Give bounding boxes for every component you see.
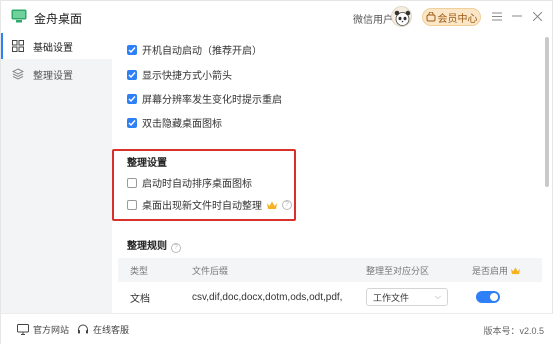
rules-section-title: 整理规则? — [127, 237, 181, 253]
column-header-target: 整理至对应分区 — [366, 265, 430, 276]
close-icon[interactable] — [529, 8, 545, 24]
footer: 官方网站 在线客服 版本号：v2.0.5 — [1, 313, 553, 344]
enabled-toggle[interactable] — [476, 291, 500, 303]
checkbox-label: 显示快捷方式小箭头 — [142, 71, 232, 82]
menu-icon[interactable] — [489, 8, 505, 24]
app-logo-icon — [11, 9, 27, 23]
checkbox-resolution-restart[interactable]: 屏幕分辨率发生变化时提示重启 — [127, 91, 282, 106]
user-name[interactable]: 微信用户 — [353, 11, 393, 26]
checkbox-checked-icon — [127, 69, 137, 80]
layers-icon — [12, 68, 24, 80]
vip-crown-icon — [511, 266, 521, 274]
rules-title-text: 整理规则 — [127, 241, 167, 252]
sidebar-item-label: 整理设置 — [33, 70, 73, 82]
headset-icon — [78, 324, 88, 334]
sidebar: 基础设置 整理设置 — [1, 33, 112, 313]
official-website-link[interactable]: 官方网站 — [17, 323, 69, 336]
vip-crown-icon — [267, 201, 277, 209]
version-label: 版本号：v2.0.5 — [483, 326, 544, 336]
checkbox-show-arrow[interactable]: 显示快捷方式小箭头 — [127, 67, 232, 82]
chevron-down-icon: ⌵ — [434, 292, 441, 301]
vip-bag-icon — [426, 12, 435, 22]
scrollbar[interactable] — [545, 37, 549, 187]
checkbox-checked-icon — [127, 44, 137, 55]
title-bar: 金舟桌面 微信用户 会员中心 — [1, 1, 553, 33]
app-title: 金舟桌面 — [34, 12, 83, 26]
checkbox-auto-organize-new-files[interactable]: 桌面出现新文件时自动整理 ? — [127, 197, 292, 212]
app-window: 金舟桌面 微信用户 会员中心 基础设置 整理设置 开机自动启动（推荐开启） 显示… — [0, 0, 553, 344]
organize-section-title: 整理设置 — [127, 158, 167, 169]
column-header-enabled: 是否启用 — [472, 258, 521, 282]
monitor-icon — [17, 324, 29, 335]
avatar[interactable] — [391, 6, 412, 27]
checkbox-unchecked-icon — [127, 199, 137, 210]
checkbox-checked-icon — [127, 93, 137, 104]
checkbox-autostart[interactable]: 开机自动启动（推荐开启） — [127, 42, 262, 57]
sidebar-item-basic-settings[interactable]: 基础设置 — [1, 33, 112, 59]
sidebar-item-organize-settings[interactable]: 整理设置 — [1, 61, 112, 87]
column-header-enabled-label: 是否启用 — [472, 265, 509, 276]
column-header-type: 类型 — [130, 265, 149, 276]
minimize-icon[interactable] — [509, 8, 525, 24]
row-suffix: csv,dif,doc,docx,dotm,ods,odt,pdf,pc — [192, 291, 342, 303]
grid-icon — [12, 40, 24, 52]
table-row: 文档 csv,dif,doc,docx,dotm,ods,odt,pdf,pc … — [118, 284, 542, 310]
checkbox-label: 屏幕分辨率发生变化时提示重启 — [142, 95, 282, 106]
checkbox-double-click-hide[interactable]: 双击隐藏桌面图标 — [127, 115, 222, 130]
checkbox-label: 桌面出现新文件时自动整理 — [142, 201, 262, 212]
checkbox-sort-on-start[interactable]: 启动时自动排序桌面图标 — [127, 175, 252, 190]
vip-center-label: 会员中心 — [437, 13, 478, 25]
online-support-link[interactable]: 在线客服 — [77, 323, 129, 336]
sidebar-item-label: 基础设置 — [33, 42, 73, 54]
vip-center-button[interactable]: 会员中心 — [422, 8, 481, 26]
help-icon[interactable]: ? — [282, 199, 292, 210]
target-partition-select[interactable]: 工作文件 ⌵ — [366, 288, 448, 306]
panda-avatar-icon — [394, 10, 411, 26]
checkbox-label: 启动时自动排序桌面图标 — [142, 179, 252, 190]
help-icon[interactable]: ? — [171, 242, 181, 253]
table-header: 类型 文件后缀 整理至对应分区 是否启用 — [118, 258, 542, 282]
select-value: 工作文件 — [373, 292, 410, 303]
row-type: 文档 — [130, 293, 150, 305]
checkbox-label: 开机自动启动（推荐开启） — [142, 46, 262, 57]
settings-content: 开机自动启动（推荐开启） 显示快捷方式小箭头 屏幕分辨率发生变化时提示重启 双击… — [112, 33, 548, 313]
column-header-suffix: 文件后缀 — [192, 265, 229, 276]
checkbox-checked-icon — [127, 117, 137, 128]
checkbox-unchecked-icon — [127, 177, 137, 188]
checkbox-label: 双击隐藏桌面图标 — [142, 119, 222, 130]
official-website-label: 官方网站 — [33, 325, 70, 335]
online-support-label: 在线客服 — [93, 325, 130, 335]
